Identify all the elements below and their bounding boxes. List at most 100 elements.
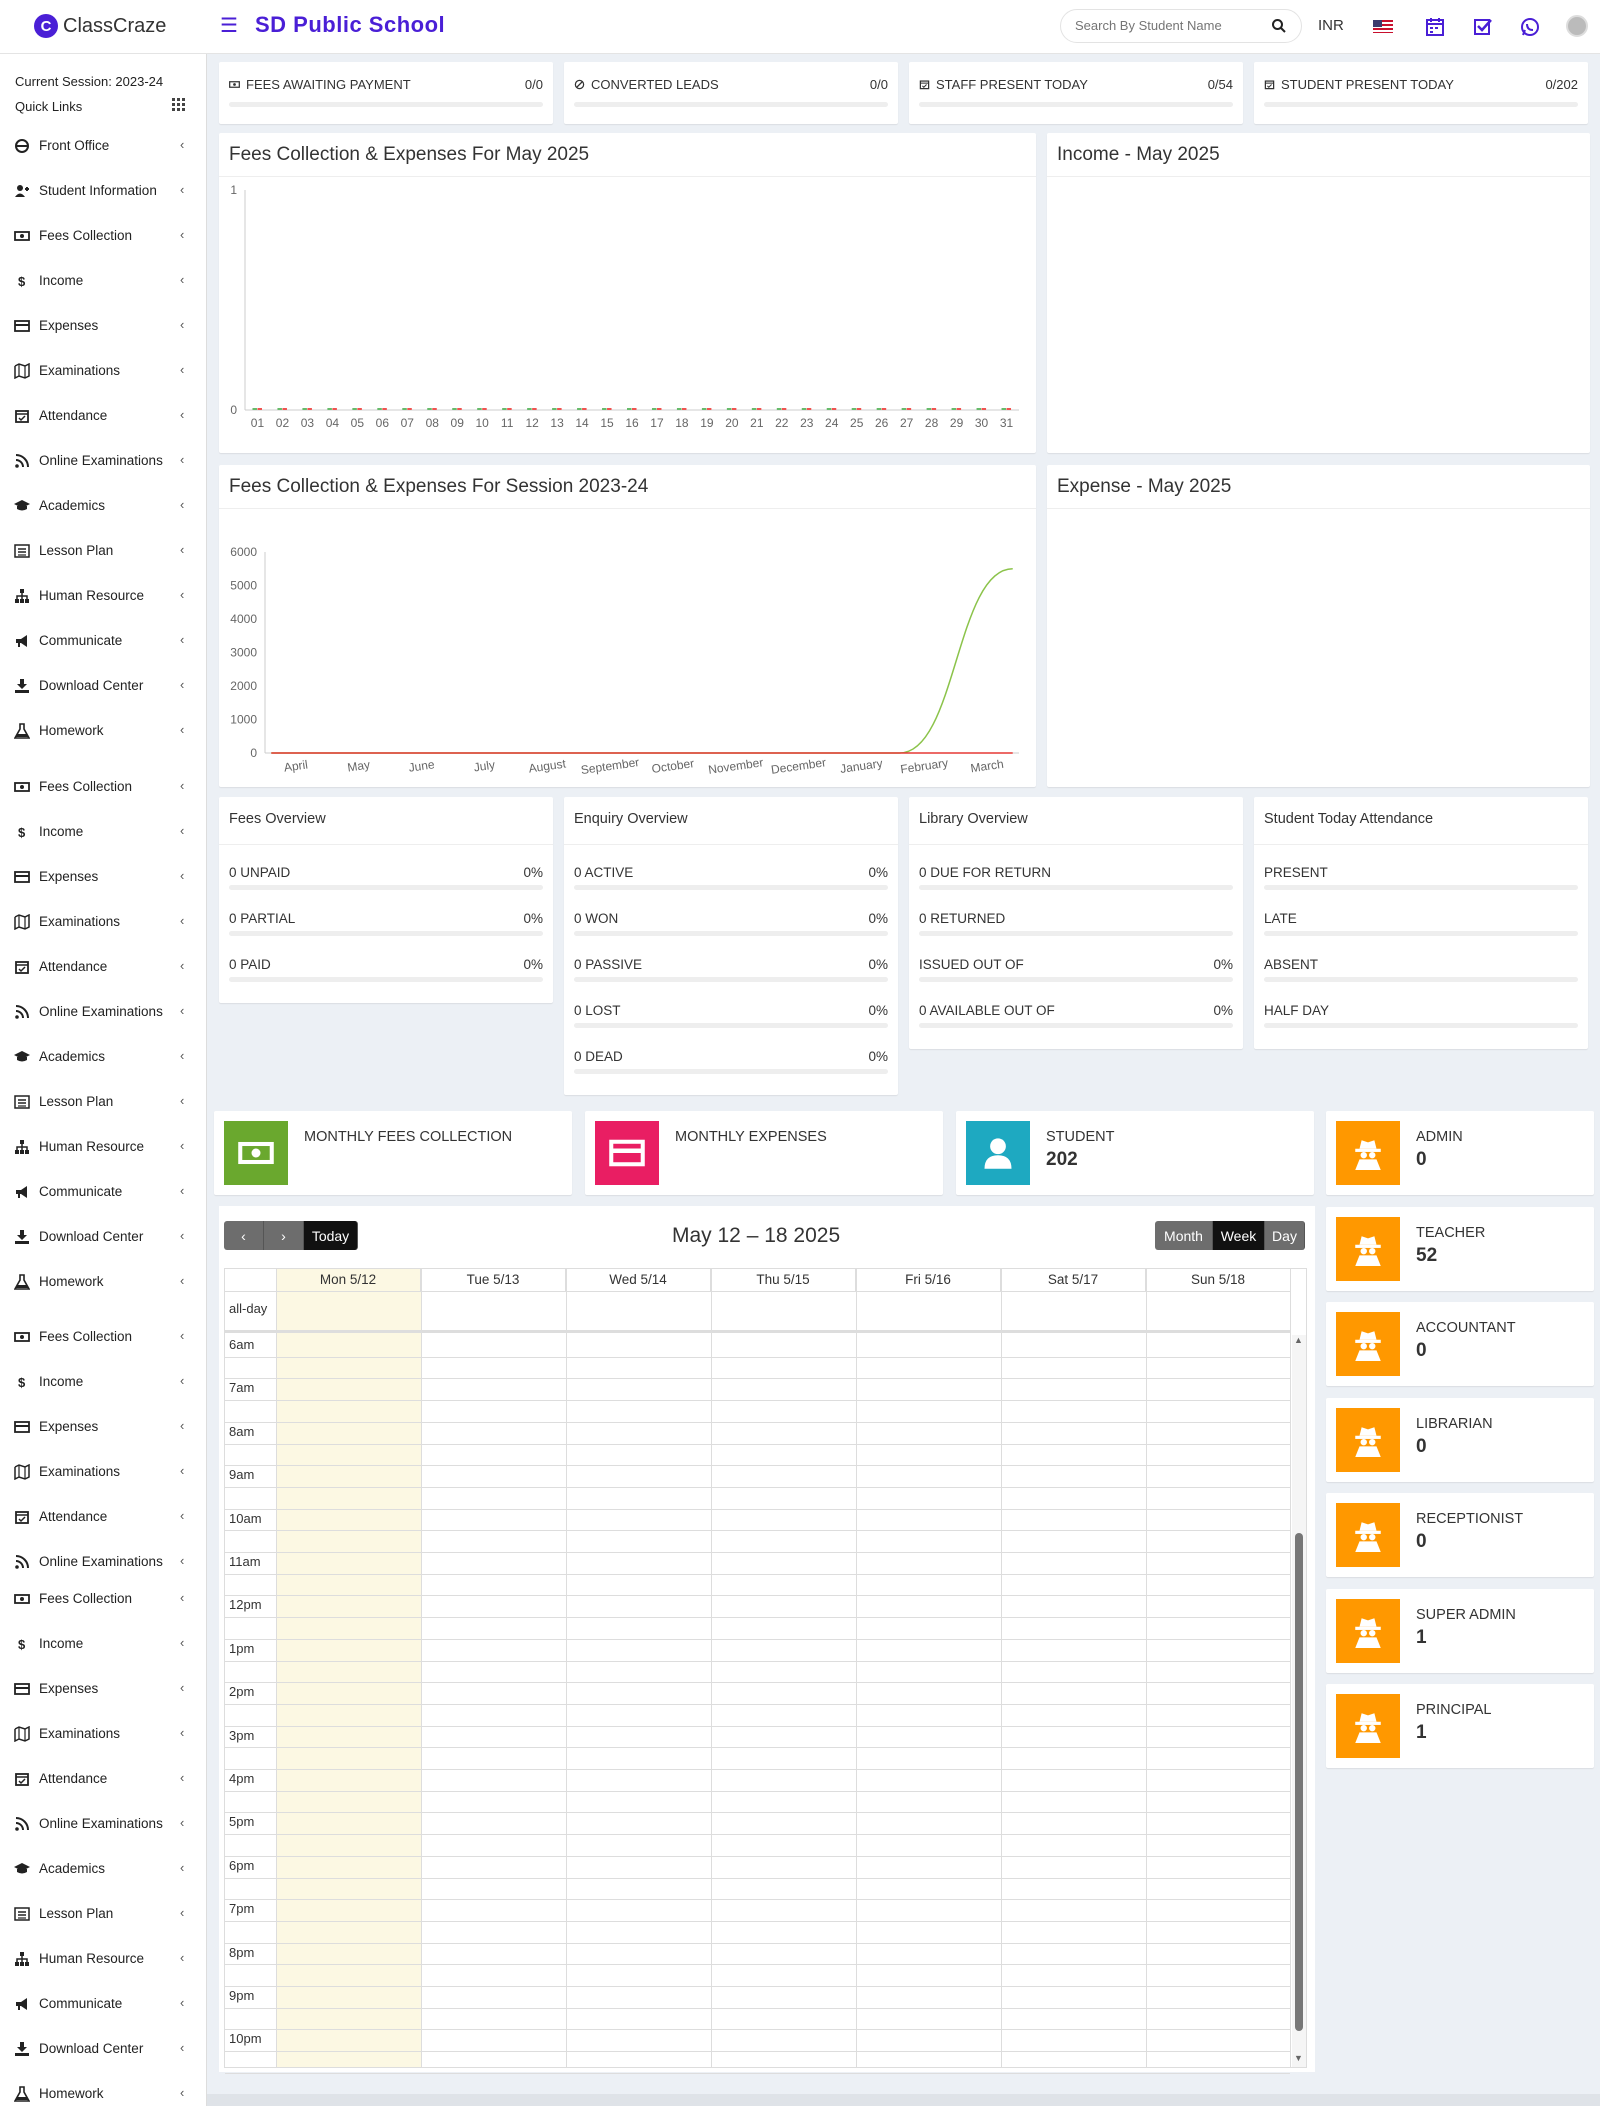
user-avatar[interactable] bbox=[1566, 15, 1588, 37]
sidebar-item[interactable]: Academics ‹ bbox=[0, 1853, 206, 1885]
sidebar-item[interactable]: $ Income ‹ bbox=[0, 1628, 206, 1660]
sidebar-item[interactable]: Fees Collection ‹ bbox=[0, 220, 206, 252]
sidebar-item[interactable]: Attendance ‹ bbox=[0, 400, 206, 432]
sidebar-item[interactable]: Human Resource ‹ bbox=[0, 1943, 206, 1975]
sidebar-item[interactable]: Download Center ‹ bbox=[0, 1221, 206, 1253]
staff-box[interactable]: LIBRARIAN 0 bbox=[1326, 1397, 1594, 1482]
sidebar-item[interactable]: Homework ‹ bbox=[0, 1266, 206, 1298]
sidebar-item[interactable]: Online Examinations ‹ bbox=[0, 996, 206, 1028]
sidebar-item[interactable]: Download Center ‹ bbox=[0, 670, 206, 702]
sidebar-item[interactable]: Attendance ‹ bbox=[0, 951, 206, 983]
task-check-icon[interactable] bbox=[1472, 16, 1494, 38]
sidebar-item[interactable]: Communicate ‹ bbox=[0, 1176, 206, 1208]
sidebar-item[interactable]: Expenses ‹ bbox=[0, 1673, 206, 1705]
sidebar-item[interactable]: Human Resource ‹ bbox=[0, 580, 206, 612]
sidebar-item[interactable]: Fees Collection ‹ bbox=[0, 1321, 206, 1353]
today-column-highlight bbox=[276, 1269, 421, 2067]
stat-box[interactable]: CONVERTED LEADS 0/0 bbox=[564, 62, 898, 124]
sidebar-item[interactable]: Online Examinations ‹ bbox=[0, 1546, 206, 1578]
time-slot-label: 10am bbox=[229, 1510, 262, 1526]
hour-line bbox=[225, 1508, 1290, 1510]
overview-progress-bar bbox=[1264, 1023, 1578, 1028]
view-month-button[interactable]: Month bbox=[1155, 1221, 1213, 1250]
sidebar-item[interactable]: Homework ‹ bbox=[0, 2078, 206, 2106]
bar bbox=[956, 408, 962, 410]
view-week-button[interactable]: Week bbox=[1213, 1221, 1265, 1250]
sidebar-item[interactable]: Examinations ‹ bbox=[0, 1718, 206, 1750]
sidebar-item[interactable]: $ Income ‹ bbox=[0, 816, 206, 848]
next-week-button[interactable]: › bbox=[264, 1221, 304, 1250]
x-tick-label: 28 bbox=[925, 416, 939, 430]
sidebar-item[interactable]: $ Income ‹ bbox=[0, 1366, 206, 1398]
sidebar-item[interactable]: Online Examinations ‹ bbox=[0, 1808, 206, 1840]
staff-box[interactable]: SUPER ADMIN 1 bbox=[1326, 1588, 1594, 1673]
sidebar-item[interactable]: $ Income ‹ bbox=[0, 265, 206, 297]
info-box-icon bbox=[966, 1121, 1030, 1185]
stat-box[interactable]: FEES AWAITING PAYMENT 0/0 bbox=[219, 62, 553, 124]
bar bbox=[701, 408, 707, 410]
quick-links-grid-icon[interactable] bbox=[172, 98, 185, 111]
sidebar-item[interactable]: Student Information ‹ bbox=[0, 175, 206, 207]
stat-box[interactable]: STAFF PRESENT TODAY 0/54 bbox=[909, 62, 1243, 124]
overview-title: Student Today Attendance bbox=[1264, 811, 1434, 827]
x-tick-label: 05 bbox=[351, 416, 365, 430]
sidebar-item[interactable]: Examinations ‹ bbox=[0, 906, 206, 938]
sidebar-item[interactable]: Homework ‹ bbox=[0, 715, 206, 747]
sidebar-item[interactable]: Communicate ‹ bbox=[0, 1988, 206, 2020]
sidebar-item[interactable]: Front Office ‹ bbox=[0, 130, 206, 162]
today-button[interactable]: Today bbox=[304, 1221, 358, 1250]
currency-selector[interactable]: INR bbox=[1318, 17, 1344, 34]
menu-toggle-icon[interactable]: ☰ bbox=[220, 13, 238, 38]
sidebar-item[interactable]: Fees Collection ‹ bbox=[0, 771, 206, 803]
sidebar-item-label: Attendance bbox=[39, 408, 108, 423]
sidebar-item[interactable]: Academics ‹ bbox=[0, 490, 206, 522]
search-icon[interactable] bbox=[1271, 18, 1287, 34]
sidebar-item[interactable]: Communicate ‹ bbox=[0, 625, 206, 657]
sidebar-item[interactable]: Lesson Plan ‹ bbox=[0, 1086, 206, 1118]
sidebar-item[interactable]: Expenses ‹ bbox=[0, 861, 206, 893]
sidebar-item-label: Expenses bbox=[39, 1681, 99, 1696]
sidebar-item[interactable]: Academics ‹ bbox=[0, 1041, 206, 1073]
sidebar-item[interactable]: Expenses ‹ bbox=[0, 1411, 206, 1443]
sidebar-item[interactable]: Lesson Plan ‹ bbox=[0, 535, 206, 567]
hour-line bbox=[225, 1660, 1290, 1662]
sidebar-item[interactable]: Fees Collection ‹ bbox=[0, 1583, 206, 1615]
info-box[interactable]: MONTHLY EXPENSES bbox=[585, 1111, 943, 1195]
prev-week-button[interactable]: ‹ bbox=[224, 1221, 264, 1250]
info-box[interactable]: MONTHLY FEES COLLECTION bbox=[214, 1111, 572, 1195]
staff-box[interactable]: ADMIN 0 bbox=[1326, 1111, 1594, 1195]
view-day-button[interactable]: Day bbox=[1265, 1221, 1305, 1250]
whatsapp-icon[interactable] bbox=[1519, 16, 1541, 38]
sidebar-item[interactable]: Attendance ‹ bbox=[0, 1763, 206, 1795]
chevron-left-icon: ‹ bbox=[180, 958, 185, 973]
student-search-input[interactable] bbox=[1075, 18, 1265, 33]
sidebar-item[interactable]: Attendance ‹ bbox=[0, 1501, 206, 1533]
staff-box[interactable]: RECEPTIONIST 0 bbox=[1326, 1493, 1594, 1577]
scroll-thumb[interactable] bbox=[1295, 1533, 1303, 2031]
staff-box[interactable]: ACCOUNTANT 0 bbox=[1326, 1302, 1594, 1386]
dollar-icon: $ bbox=[18, 825, 26, 840]
overview-row: 0 ACTIVE 0% bbox=[574, 855, 888, 901]
us-flag-icon[interactable] bbox=[1373, 20, 1393, 33]
sidebar-item[interactable]: Online Examinations ‹ bbox=[0, 445, 206, 477]
sidebar-item[interactable]: Examinations ‹ bbox=[0, 355, 206, 387]
x-tick-label: November bbox=[707, 755, 764, 777]
staff-box[interactable]: TEACHER 52 bbox=[1326, 1206, 1594, 1291]
info-box[interactable]: STUDENT 202 bbox=[956, 1111, 1314, 1195]
info-box-label: STUDENT bbox=[1046, 1129, 1115, 1145]
calendar-icon[interactable] bbox=[1424, 16, 1446, 38]
logo[interactable]: C ClassCraze bbox=[34, 14, 166, 38]
staff-box[interactable]: PRINCIPAL 1 bbox=[1326, 1684, 1594, 1768]
scroll-up-icon[interactable]: ▲ bbox=[1294, 1335, 1303, 1345]
sidebar-item[interactable]: Download Center ‹ bbox=[0, 2033, 206, 2065]
session-chart-panel: Fees Collection & Expenses For Session 2… bbox=[219, 465, 1036, 787]
sidebar-item[interactable]: Human Resource ‹ bbox=[0, 1131, 206, 1163]
scroll-down-icon[interactable]: ▼ bbox=[1294, 2053, 1303, 2063]
stat-box[interactable]: STUDENT PRESENT TODAY 0/202 bbox=[1254, 62, 1588, 124]
y-tick-label: 1 bbox=[230, 183, 237, 197]
sidebar-item[interactable]: Lesson Plan ‹ bbox=[0, 1898, 206, 1930]
sidebar-item[interactable]: Examinations ‹ bbox=[0, 1456, 206, 1488]
sidebar-item[interactable]: Expenses ‹ bbox=[0, 310, 206, 342]
flask-icon bbox=[14, 723, 30, 739]
credit-card-icon bbox=[14, 320, 30, 332]
